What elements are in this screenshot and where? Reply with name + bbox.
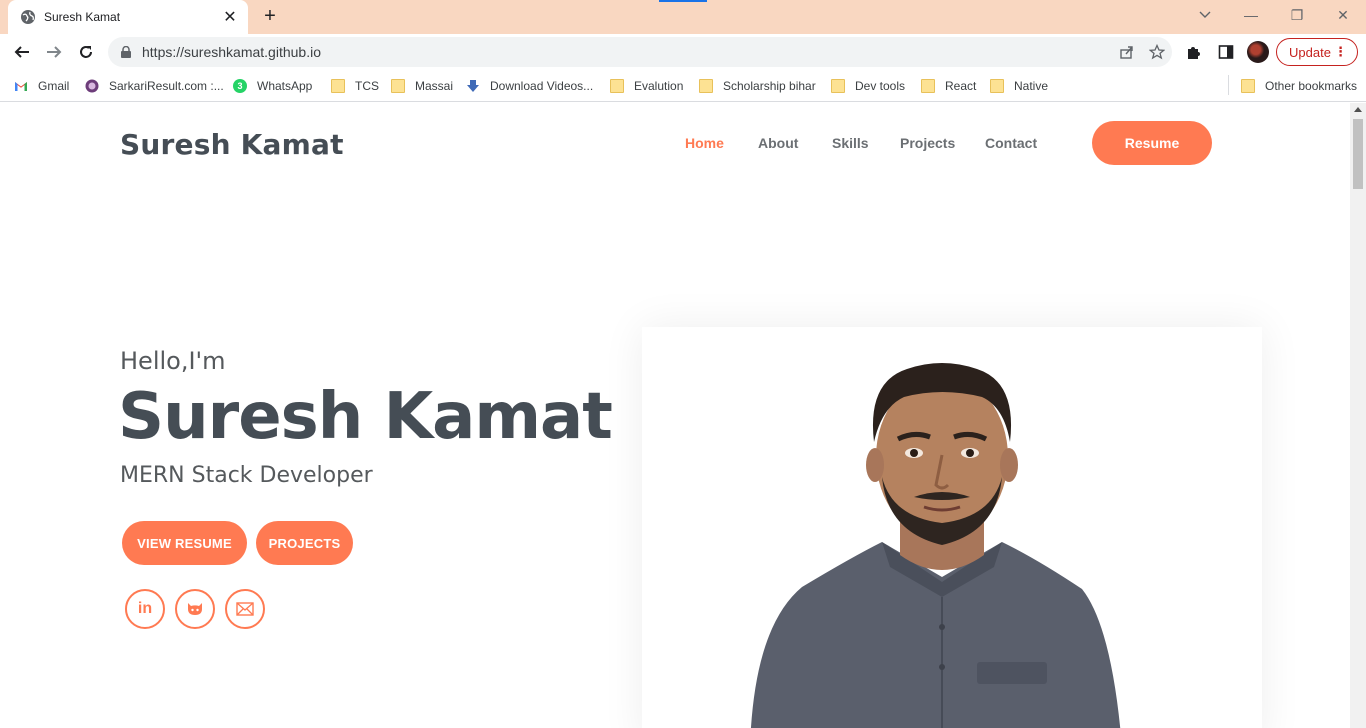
bookmark-label: Download Videos...	[490, 79, 594, 93]
bookmark-label: Scholarship bihar	[723, 79, 816, 93]
share-icon[interactable]	[1112, 37, 1142, 67]
close-window-button[interactable]: ✕	[1320, 0, 1366, 30]
bookmark-label: Gmail	[38, 79, 70, 93]
sarkari-icon	[85, 79, 99, 93]
bookmark-gmail[interactable]: Gmail	[14, 76, 69, 96]
bookmark-dev-tools[interactable]: Dev tools	[831, 76, 905, 96]
scroll-up-arrow-icon[interactable]	[1354, 107, 1362, 112]
back-arrow-icon[interactable]	[8, 38, 36, 66]
folder-icon	[831, 79, 845, 93]
browser-titlebar: Suresh Kamat ✕ + — ❐ ✕	[0, 0, 1366, 34]
url-text: https://sureshkamat.github.io	[142, 44, 321, 60]
nav-about[interactable]: About	[758, 135, 798, 151]
bookmark-whatsapp[interactable]: 3 WhatsApp	[233, 76, 312, 96]
browser-toolbar: https://sureshkamat.github.io Update ⋮	[0, 34, 1366, 70]
projects-button[interactable]: PROJECTS	[256, 521, 353, 565]
profile-photo-card	[642, 327, 1262, 728]
resume-button[interactable]: Resume	[1092, 121, 1212, 165]
hero-name: Suresh Kamat	[118, 380, 613, 454]
bookmark-label: Evalution	[634, 79, 684, 93]
bookmarks-bar: Gmail SarkariResult.com :... 3 WhatsApp …	[0, 70, 1366, 102]
gmail-icon	[15, 82, 27, 91]
nav-contact[interactable]: Contact	[985, 135, 1037, 151]
site-brand[interactable]: Suresh Kamat	[120, 128, 344, 161]
new-tab-button[interactable]: +	[258, 5, 282, 29]
restore-button[interactable]: ❐	[1274, 0, 1320, 30]
whatsapp-icon: 3	[233, 79, 247, 93]
tab-close-icon[interactable]: ✕	[222, 7, 238, 27]
extensions-puzzle-icon[interactable]	[1182, 40, 1206, 64]
nav-home[interactable]: Home	[685, 135, 724, 151]
folder-icon	[391, 79, 405, 93]
hero-role: MERN Stack Developer	[120, 463, 373, 488]
lock-icon	[121, 46, 131, 58]
folder-icon	[610, 79, 624, 93]
view-resume-button[interactable]: VIEW RESUME	[122, 521, 247, 565]
bookmark-label: Massai	[415, 79, 454, 93]
menu-dots-icon: ⋮	[1334, 44, 1347, 59]
bookmark-label: SarkariResult.com :...	[109, 79, 224, 93]
folder-icon	[699, 79, 713, 93]
folder-icon	[331, 79, 345, 93]
bookmark-label: Native	[1014, 79, 1049, 93]
browser-tab[interactable]: Suresh Kamat ✕	[8, 0, 248, 34]
update-button[interactable]: Update ⋮	[1276, 38, 1358, 66]
nav-projects[interactable]: Projects	[900, 135, 955, 151]
forward-arrow-icon[interactable]	[40, 38, 68, 66]
bookmark-download-videos[interactable]: Download Videos...	[466, 76, 593, 96]
page-scrollbar[interactable]	[1350, 103, 1366, 728]
tab-search-icon[interactable]	[1182, 0, 1228, 30]
download-icon	[467, 80, 479, 92]
bookmark-evalution[interactable]: Evalution	[610, 76, 683, 96]
bookmark-sarkariresult[interactable]: SarkariResult.com :...	[85, 76, 224, 96]
folder-icon	[1241, 79, 1255, 93]
bookmarks-divider	[1228, 75, 1229, 95]
reload-icon[interactable]	[72, 38, 100, 66]
nav-skills[interactable]: Skills	[832, 135, 869, 151]
address-bar[interactable]: https://sureshkamat.github.io	[108, 37, 1172, 67]
bookmark-star-icon[interactable]	[1142, 37, 1172, 67]
scrollbar-thumb[interactable]	[1353, 119, 1363, 189]
github-icon[interactable]	[175, 589, 215, 629]
minimize-button[interactable]: —	[1228, 0, 1274, 30]
other-bookmarks-label: Other bookmarks	[1265, 79, 1358, 93]
bookmark-label: Dev tools	[855, 79, 906, 93]
side-panel-icon[interactable]	[1214, 40, 1238, 64]
folder-icon	[990, 79, 1004, 93]
mail-icon[interactable]	[225, 589, 265, 629]
linkedin-icon[interactable]: in	[125, 589, 165, 629]
globe-icon	[21, 10, 35, 24]
portfolio-page: Suresh Kamat Home About Skills Projects …	[0, 103, 1350, 728]
folder-icon	[921, 79, 935, 93]
bookmark-label: WhatsApp	[257, 79, 313, 93]
bookmark-scholarship-bihar[interactable]: Scholarship bihar	[699, 76, 816, 96]
bookmark-tcs[interactable]: TCS	[331, 76, 379, 96]
bookmark-label: TCS	[355, 79, 379, 93]
profile-avatar[interactable]	[1247, 41, 1269, 63]
other-bookmarks[interactable]: Other bookmarks	[1241, 76, 1357, 96]
bookmark-massai[interactable]: Massai	[391, 76, 453, 96]
tab-strip-indicator	[659, 0, 707, 2]
bookmark-react[interactable]: React	[921, 76, 976, 96]
profile-photo	[750, 363, 1121, 728]
update-label: Update	[1289, 44, 1331, 60]
hero-greeting: Hello,I'm	[120, 347, 226, 375]
tab-title: Suresh Kamat	[44, 10, 121, 24]
bookmark-native[interactable]: Native	[990, 76, 1048, 96]
bookmark-label: React	[945, 79, 977, 93]
